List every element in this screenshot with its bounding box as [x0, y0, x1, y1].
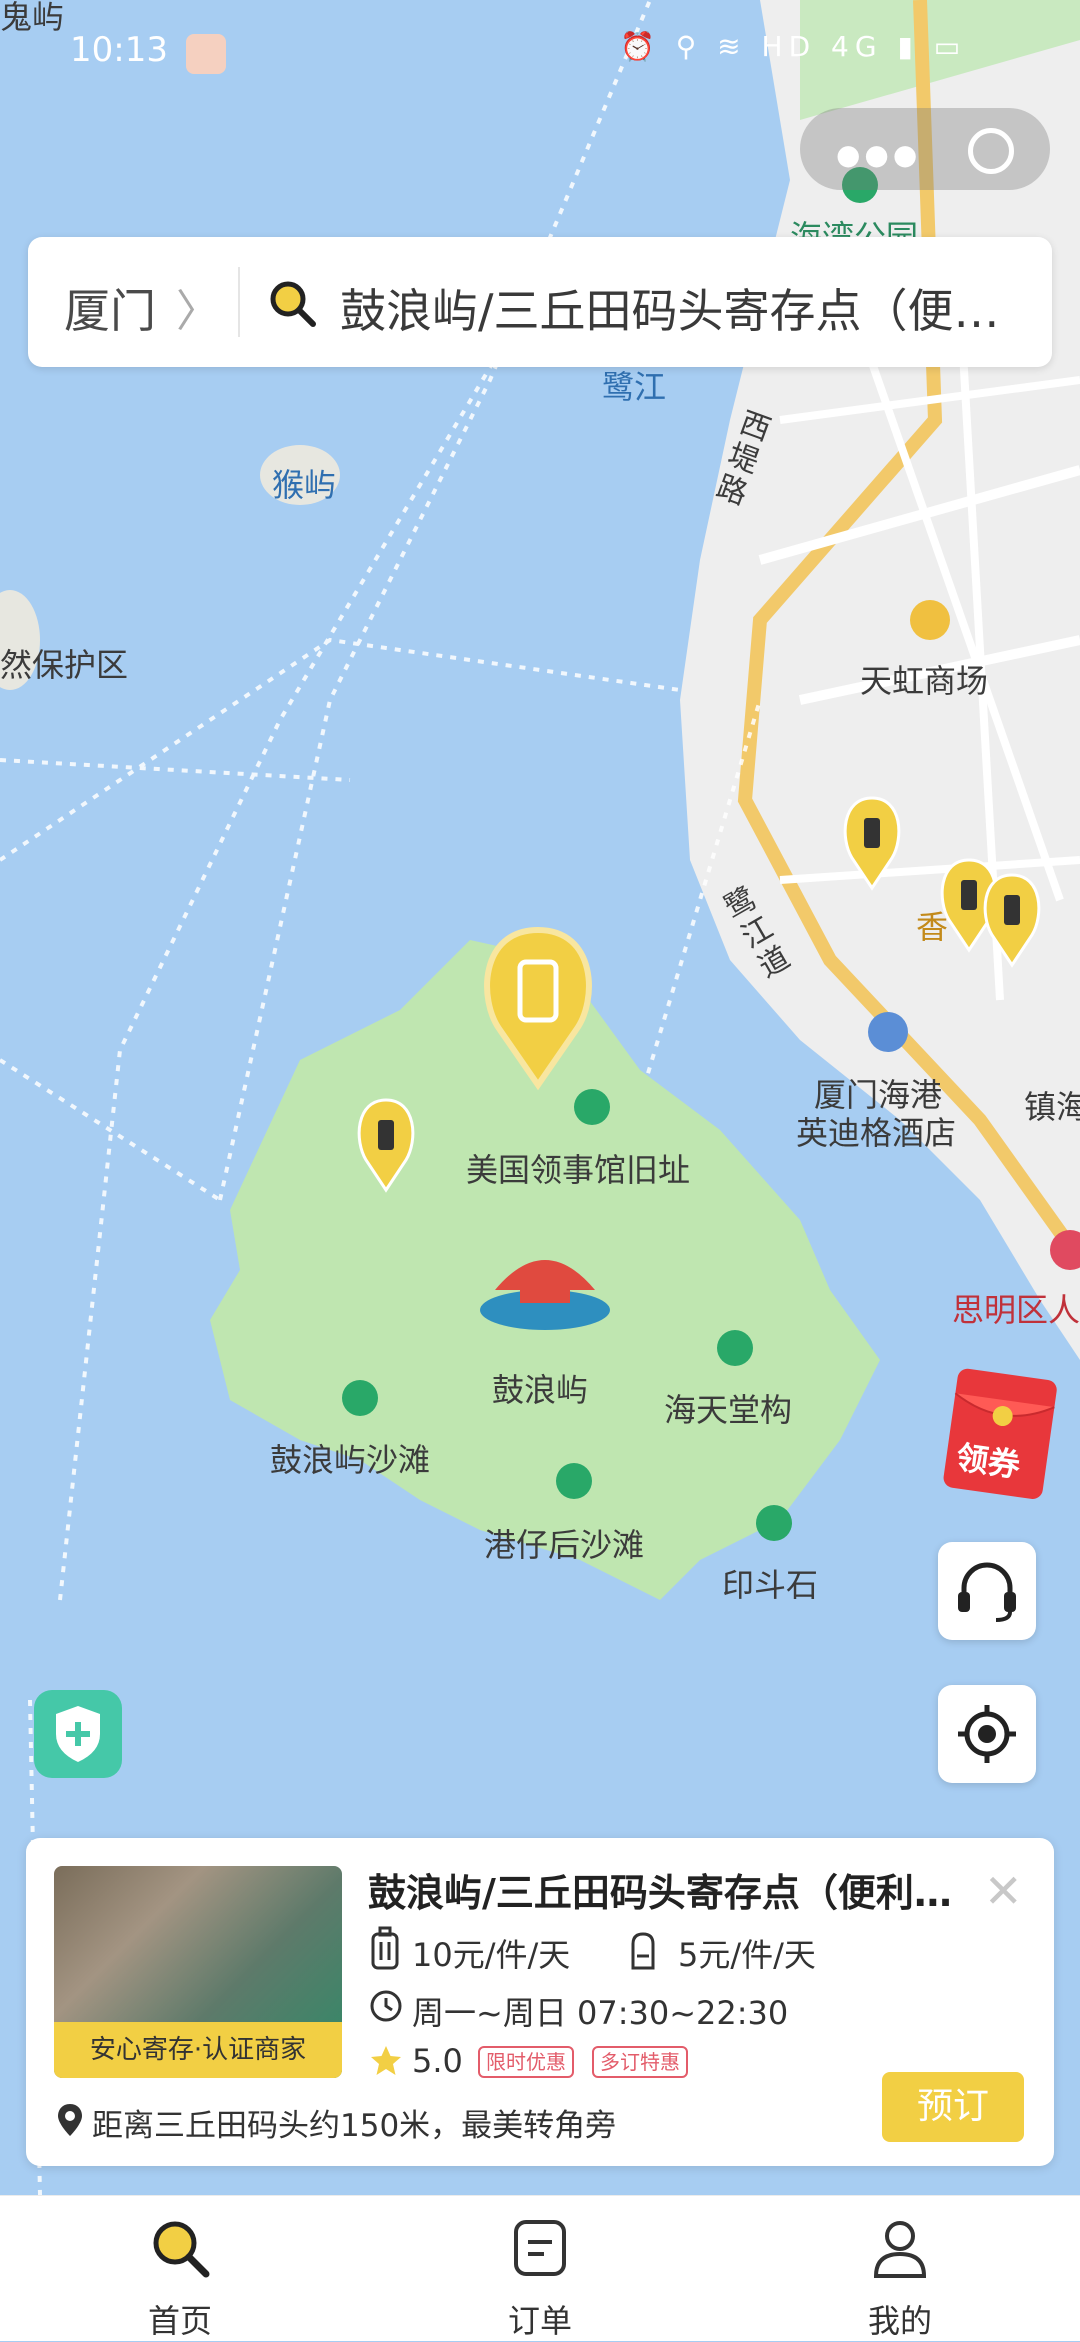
close-mini-program-icon[interactable]: [968, 128, 1014, 174]
search-icon: [153, 2221, 210, 2278]
headset-icon: [958, 1562, 1016, 1622]
shield-plus-icon: [56, 1706, 100, 1762]
map-label-lujiang: 鹭江: [602, 368, 667, 406]
more-icon[interactable]: ●●●: [836, 138, 921, 171]
certified-badge: 安心寄存·认证商家: [54, 2022, 342, 2078]
locate-icon: [958, 1705, 1016, 1763]
map-label-baohuqu: 然保护区: [0, 646, 129, 684]
clock-icon: [370, 1990, 402, 2022]
tab-home[interactable]: 首页: [80, 2196, 280, 2341]
tab-label: 首页: [147, 2302, 212, 2340]
store-title[interactable]: 鼓浪屿/三丘田码头寄存点（便利店）: [368, 1862, 988, 1917]
star-icon: [371, 2046, 401, 2075]
insurance-shield-button[interactable]: [34, 1690, 122, 1778]
book-button[interactable]: 预订: [882, 2072, 1024, 2142]
status-icons: ⏰ ⚲ ≋ HD 4G ▮ ▭: [620, 30, 967, 63]
map-label-zhen: 镇海: [1024, 1088, 1080, 1126]
weibo-icon: [186, 34, 226, 74]
promo-tag: 限时优惠: [478, 2046, 574, 2078]
coupon-label: 领券: [953, 1438, 1023, 1485]
map-label-gulangyu: 鼓浪屿: [492, 1371, 589, 1409]
map-label-tianhong: 天虹商场: [860, 662, 989, 700]
mini-program-capsule[interactable]: ●●●: [800, 108, 1050, 190]
search-query[interactable]: 鼓浪屿/三丘田码头寄存点（便利店）: [340, 275, 1040, 341]
city-selector[interactable]: 厦门: [64, 275, 156, 341]
red-envelope-icon: [943, 1368, 1057, 1499]
price-small-bag: 5元/件/天: [678, 1936, 816, 1974]
rating-value: 5.0: [412, 2042, 463, 2080]
user-icon: [873, 2221, 927, 2278]
price-large-bag: 10元/件/天: [412, 1936, 571, 1974]
suitcase-icon: [371, 1926, 399, 1970]
store-address: 距离三丘田码头约150米，最美转角旁: [92, 2108, 617, 2144]
map-label-haitian: 海天堂构: [664, 1391, 793, 1429]
backpack-icon: [631, 1932, 655, 1970]
map-label-xiang: 香: [916, 908, 949, 946]
search-bar[interactable]: 厦门 〉 鼓浪屿/三丘田码头寄存点（便利店）: [28, 237, 1052, 367]
map-label-houyu: 猴屿: [272, 466, 337, 504]
map-label-hotel2: 英迪格酒店: [796, 1114, 957, 1152]
tab-profile[interactable]: 我的: [800, 2196, 1000, 2341]
map-label-yindou: 印斗石: [722, 1566, 819, 1604]
divider: [238, 267, 240, 337]
tab-label: 订单: [507, 2302, 572, 2340]
status-time: 10:13: [70, 30, 168, 70]
status-bar: 10:13 ⏰ ⚲ ≋ HD 4G ▮ ▭: [0, 0, 1080, 100]
opening-hours: 周一~周日 07:30~22:30: [412, 1994, 789, 2032]
coupon-button[interactable]: 领券: [937, 1363, 1064, 1507]
tab-orders[interactable]: 订单: [440, 2196, 640, 2341]
map-label-siming: 思明区人: [952, 1291, 1080, 1329]
promo-tag: 多订特惠: [592, 2046, 688, 2078]
locate-button[interactable]: [938, 1685, 1036, 1783]
map-label-gangzaihou: 港仔后沙滩: [484, 1526, 645, 1564]
order-icon: [514, 2220, 566, 2276]
location-pin-icon: [58, 2104, 82, 2136]
search-icon: [270, 281, 316, 327]
store-card[interactable]: 安心寄存·认证商家 鼓浪屿/三丘田码头寄存点（便利店） ✕ 10元/件/天 5元…: [26, 1838, 1054, 2166]
map-label-beach: 鼓浪屿沙滩: [270, 1441, 431, 1479]
tab-label: 我的: [867, 2302, 932, 2340]
bottom-tab-bar: 首页 订单 我的: [0, 2195, 1080, 2341]
map-label-consulate: 美国领事馆旧址: [466, 1151, 691, 1189]
chevron-right-icon: 〉: [176, 286, 220, 337]
customer-service-button[interactable]: [938, 1542, 1036, 1640]
close-icon[interactable]: ✕: [984, 1864, 1023, 1918]
